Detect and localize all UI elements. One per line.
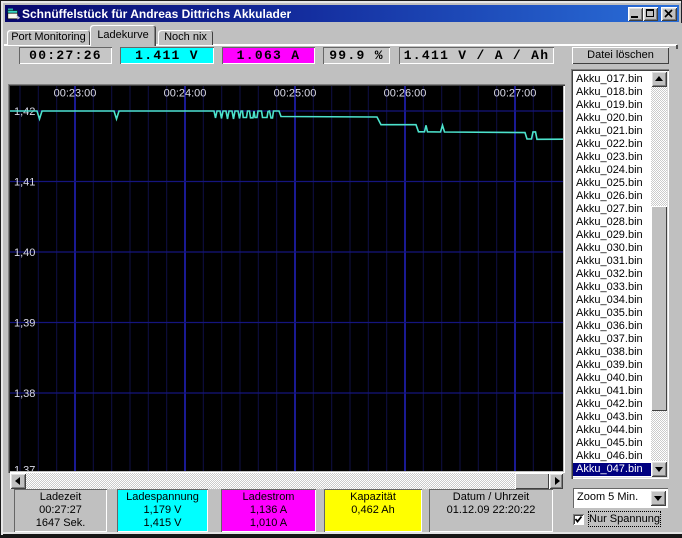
svg-text:1,38: 1,38 bbox=[14, 388, 35, 400]
svg-text:1,39: 1,39 bbox=[14, 318, 35, 330]
svg-text:1,41: 1,41 bbox=[14, 177, 35, 189]
svg-text:00:24:00: 00:24:00 bbox=[164, 88, 207, 100]
svg-text:1,42: 1,42 bbox=[14, 106, 35, 118]
svg-text:00:25:00: 00:25:00 bbox=[274, 88, 317, 100]
svg-text:1,37: 1,37 bbox=[14, 465, 35, 472]
svg-text:1,40: 1,40 bbox=[14, 247, 35, 259]
svg-text:00:23:00: 00:23:00 bbox=[54, 88, 97, 100]
svg-text:00:26:00: 00:26:00 bbox=[384, 88, 427, 100]
svg-text:00:27:00: 00:27:00 bbox=[494, 88, 537, 100]
